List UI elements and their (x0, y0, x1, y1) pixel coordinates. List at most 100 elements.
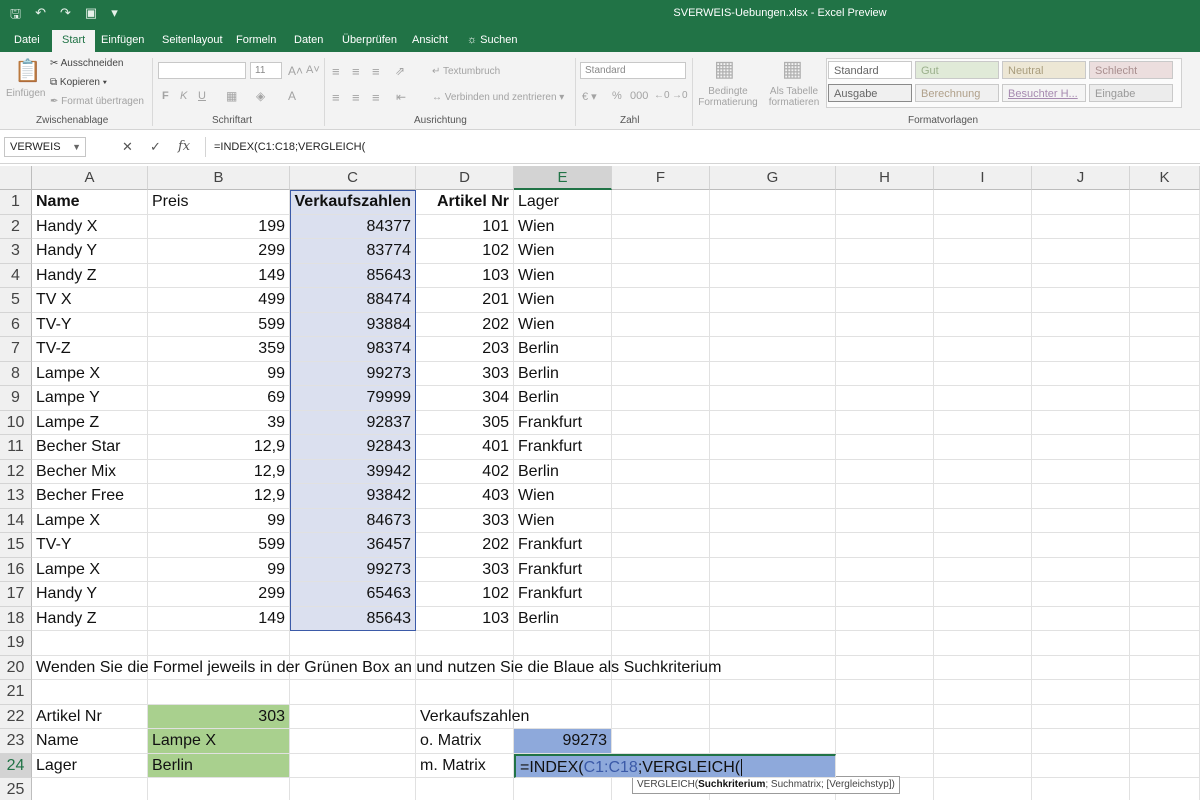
o-matrix-label-cell[interactable]: o. Matrix (416, 729, 514, 754)
empty-cell[interactable] (32, 778, 148, 800)
column-header-b[interactable]: B (148, 166, 290, 190)
row-header-16[interactable]: 16 (0, 557, 32, 582)
empty-cell[interactable] (836, 459, 934, 484)
bold-button[interactable]: F (162, 90, 169, 102)
empty-cell[interactable] (612, 484, 710, 509)
price-cell[interactable]: 12,9 (148, 484, 290, 509)
name-cell[interactable]: Handy X (32, 214, 148, 239)
sales-cell[interactable]: 99273 (290, 557, 416, 582)
tab-start[interactable]: Start (52, 30, 96, 52)
warehouse-cell[interactable]: Frankfurt (514, 582, 612, 607)
empty-cell[interactable] (836, 704, 934, 729)
empty-cell[interactable] (514, 680, 612, 705)
empty-cell[interactable] (934, 484, 1032, 509)
font-size-select[interactable]: 11 (250, 62, 282, 79)
price-cell[interactable]: 69 (148, 386, 290, 411)
empty-cell[interactable] (934, 263, 1032, 288)
column-header-g[interactable]: G (710, 166, 836, 190)
currency-icon[interactable]: € ▾ (582, 90, 597, 103)
empty-cell[interactable] (1130, 190, 1200, 215)
warehouse-cell[interactable]: Wien (514, 214, 612, 239)
empty-cell[interactable] (1032, 361, 1130, 386)
empty-cell[interactable] (1130, 263, 1200, 288)
sales-label-cell[interactable]: Verkaufszahlen (416, 704, 529, 729)
empty-cell[interactable] (710, 484, 836, 509)
tab-daten[interactable]: Daten (294, 32, 323, 52)
price-cell[interactable]: 599 (148, 533, 290, 558)
empty-cell[interactable] (290, 753, 416, 778)
empty-cell[interactable] (836, 557, 934, 582)
empty-cell[interactable] (612, 214, 710, 239)
article-cell[interactable]: 103 (416, 263, 514, 288)
empty-cell[interactable] (1130, 753, 1200, 778)
article-cell[interactable]: 402 (416, 459, 514, 484)
empty-cell[interactable] (710, 508, 836, 533)
empty-cell[interactable] (1130, 361, 1200, 386)
sales-cell[interactable]: 85643 (290, 263, 416, 288)
empty-cell[interactable] (1032, 778, 1130, 800)
row-header-2[interactable]: 2 (0, 214, 32, 239)
article-label-cell[interactable]: Artikel Nr (32, 704, 148, 729)
row-header-14[interactable]: 14 (0, 508, 32, 533)
empty-cell[interactable] (934, 337, 1032, 362)
warehouse-cell[interactable]: Frankfurt (514, 533, 612, 558)
tab-ansicht[interactable]: Ansicht (412, 32, 448, 52)
sales-cell[interactable]: 92837 (290, 410, 416, 435)
empty-cell[interactable] (32, 631, 148, 656)
empty-cell[interactable] (1032, 386, 1130, 411)
empty-cell[interactable] (934, 753, 1032, 778)
active-formula-cell[interactable]: =INDEX(C1:C18;VERGLEICH( (514, 753, 836, 778)
name-cell[interactable]: Handy Z (32, 263, 148, 288)
sales-cell[interactable]: 84673 (290, 508, 416, 533)
style-neutral[interactable]: Neutral (1002, 61, 1086, 79)
price-cell[interactable]: 359 (148, 337, 290, 362)
empty-cell[interactable] (290, 631, 416, 656)
article-cell[interactable]: 304 (416, 386, 514, 411)
warehouse-cell[interactable]: Berlin (514, 386, 612, 411)
empty-cell[interactable] (836, 337, 934, 362)
empty-cell[interactable] (612, 288, 710, 313)
m-matrix-label-cell[interactable]: m. Matrix (416, 753, 514, 778)
price-cell[interactable]: 299 (148, 582, 290, 607)
empty-cell[interactable] (1130, 557, 1200, 582)
warehouse-cell[interactable]: Frankfurt (514, 435, 612, 460)
empty-cell[interactable] (934, 778, 1032, 800)
paste-icon[interactable]: 📋 (14, 58, 41, 84)
header-cell-price[interactable]: Preis (148, 190, 290, 215)
column-header-f[interactable]: F (612, 166, 710, 190)
instruction-text[interactable]: Wenden Sie die Formel jeweils in der Grü… (32, 656, 721, 680)
price-cell[interactable]: 39 (148, 410, 290, 435)
price-cell[interactable]: 12,9 (148, 459, 290, 484)
empty-cell[interactable] (836, 263, 934, 288)
empty-cell[interactable] (710, 582, 836, 607)
empty-cell[interactable] (612, 631, 710, 656)
underline-button[interactable]: U (198, 90, 206, 102)
empty-cell[interactable] (1032, 606, 1130, 631)
empty-cell[interactable] (710, 631, 836, 656)
empty-cell[interactable] (1130, 239, 1200, 264)
empty-cell[interactable] (416, 631, 514, 656)
empty-cell[interactable] (934, 361, 1032, 386)
empty-cell[interactable] (1130, 435, 1200, 460)
empty-cell[interactable] (836, 239, 934, 264)
empty-cell[interactable] (1130, 288, 1200, 313)
table-format-icon[interactable]: ▦ (782, 56, 803, 82)
row-header-24[interactable]: 24 (0, 753, 32, 778)
align-right-icon[interactable]: ≡ (372, 90, 380, 105)
article-cell[interactable]: 103 (416, 606, 514, 631)
name-cell[interactable]: Becher Star (32, 435, 148, 460)
tab-suchen[interactable]: ☼ Suchen (467, 32, 517, 52)
row-header-22[interactable]: 22 (0, 704, 32, 729)
empty-cell[interactable] (1032, 410, 1130, 435)
empty-cell[interactable] (612, 386, 710, 411)
price-cell[interactable]: 149 (148, 263, 290, 288)
empty-cell[interactable] (836, 729, 934, 754)
empty-cell[interactable] (1130, 533, 1200, 558)
row-header-4[interactable]: 4 (0, 263, 32, 288)
empty-cell[interactable] (934, 288, 1032, 313)
empty-cell[interactable] (1032, 704, 1130, 729)
empty-cell[interactable] (710, 214, 836, 239)
empty-cell[interactable] (934, 680, 1032, 705)
article-cell[interactable]: 102 (416, 239, 514, 264)
row-header-11[interactable]: 11 (0, 435, 32, 460)
